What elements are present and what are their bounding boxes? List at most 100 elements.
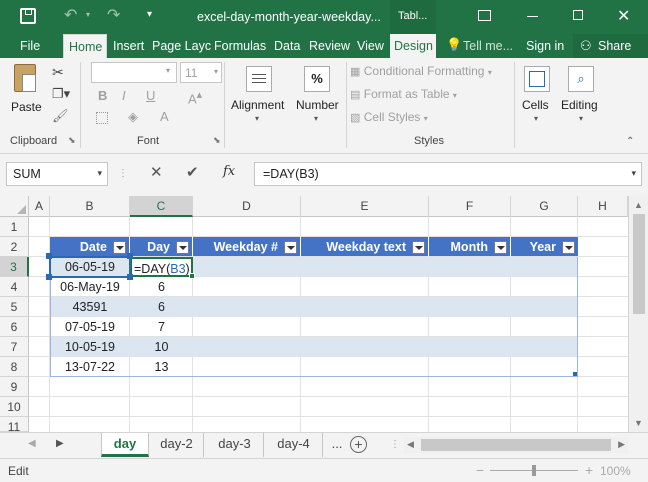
minimize-icon[interactable] xyxy=(527,16,538,17)
cells-button[interactable]: Cells ▾ xyxy=(518,62,558,132)
column-header-a[interactable]: A xyxy=(29,196,50,217)
vertical-scrollbar[interactable]: ▲ ▼ xyxy=(628,196,648,432)
row-header-1[interactable]: 1 xyxy=(0,217,29,237)
underline-button[interactable]: U xyxy=(146,88,155,103)
formula-input[interactable]: =DAY(B3) ▾ xyxy=(254,162,642,186)
undo-dropdown-icon[interactable]: ▾ xyxy=(86,10,90,19)
table-header-month[interactable]: Month xyxy=(429,237,511,257)
table-cell-date[interactable]: 13-07-22 xyxy=(50,357,130,377)
new-sheet-icon[interactable]: + xyxy=(350,436,367,453)
column-header-h[interactable]: H xyxy=(578,196,628,217)
tab-formulas[interactable]: Formulas xyxy=(214,34,266,58)
row-header-11[interactable]: 11 xyxy=(0,417,29,434)
table-cell-date[interactable]: 43591 xyxy=(50,297,130,317)
zoom-level[interactable]: 100% xyxy=(600,464,631,478)
row-header-4[interactable]: 4 xyxy=(0,277,29,297)
tab-file[interactable]: File xyxy=(20,34,40,58)
conditional-formatting-button[interactable]: ▦ Conditional Formatting ▾ xyxy=(350,64,492,78)
scroll-up-icon[interactable]: ▲ xyxy=(634,200,643,210)
save-icon[interactable] xyxy=(20,8,36,24)
tab-view[interactable]: View xyxy=(357,34,384,58)
table-cell-day[interactable]: 6 xyxy=(130,297,193,317)
zoom-in-button[interactable]: + xyxy=(585,462,593,478)
table-header-weekday-number[interactable]: Weekday # xyxy=(193,237,301,257)
expand-formula-icon[interactable]: ▾ xyxy=(631,168,636,179)
format-painter-icon[interactable]: 🖌 xyxy=(52,108,69,124)
ribbon-display-options-icon[interactable] xyxy=(478,10,491,21)
tab-insert[interactable]: Insert xyxy=(113,34,144,58)
zoom-slider[interactable] xyxy=(490,465,578,476)
font-color-icon[interactable]: A xyxy=(160,109,169,124)
sign-in-link[interactable]: Sign in xyxy=(526,34,564,58)
next-sheet-icon[interactable]: ▶ xyxy=(56,438,64,449)
scroll-down-icon[interactable]: ▼ xyxy=(634,418,643,428)
tab-data[interactable]: Data xyxy=(274,34,300,58)
scroll-right-icon[interactable]: ▶ xyxy=(618,439,625,450)
font-name-box[interactable] xyxy=(91,62,177,83)
filter-dropdown-icon[interactable] xyxy=(494,241,507,254)
borders-icon[interactable] xyxy=(96,112,108,124)
more-sheets-button[interactable]: ... xyxy=(324,433,350,457)
table-cell-date[interactable]: 07-05-19 xyxy=(50,317,130,337)
name-box[interactable]: SUM ▾ xyxy=(6,162,108,186)
undo-icon[interactable]: ↶ xyxy=(64,5,77,25)
row-header-7[interactable]: 7 xyxy=(0,337,29,357)
qat-customize-icon[interactable]: ▾ xyxy=(147,9,152,20)
reference-handle[interactable] xyxy=(127,253,133,259)
restore-icon[interactable] xyxy=(573,10,583,20)
increase-font-icon[interactable]: A▴ xyxy=(188,88,202,106)
row-header-6[interactable]: 6 xyxy=(0,317,29,337)
filter-dropdown-icon[interactable] xyxy=(176,241,189,254)
table-header-year[interactable]: Year xyxy=(511,237,578,257)
table-cell-day[interactable]: 7 xyxy=(130,317,193,337)
redo-icon[interactable]: ↷ xyxy=(107,5,120,25)
row-header-3[interactable]: 3 xyxy=(0,257,29,277)
reference-handle[interactable] xyxy=(46,253,52,259)
tab-page-layout[interactable]: Page Layc xyxy=(152,34,211,58)
column-header-f[interactable]: F xyxy=(429,196,511,217)
name-box-dropdown-icon[interactable]: ▾ xyxy=(97,168,102,179)
row-header-9[interactable]: 9 xyxy=(0,377,29,397)
number-button[interactable]: % Number ▾ xyxy=(294,62,344,132)
alignment-button[interactable]: Alignment ▾ xyxy=(230,62,288,132)
row-header-2[interactable]: 2 xyxy=(0,237,29,257)
table-cell-day[interactable]: 13 xyxy=(130,357,193,377)
italic-button[interactable]: I xyxy=(122,88,126,103)
horizontal-scrollbar[interactable]: ◀ ▶ xyxy=(404,437,628,453)
enter-formula-icon[interactable]: ✔ xyxy=(186,163,199,181)
tell-me-box[interactable]: Tell me... xyxy=(463,34,513,58)
select-all-corner[interactable] xyxy=(0,196,29,217)
tab-review[interactable]: Review xyxy=(309,34,350,58)
sheet-tab-day[interactable]: day xyxy=(101,433,149,457)
column-header-g[interactable]: G xyxy=(511,196,578,217)
table-cell-date[interactable]: 06-May-19 xyxy=(50,277,130,297)
clipboard-launcher-icon[interactable]: ⬊ xyxy=(68,135,76,146)
bold-button[interactable]: B xyxy=(98,88,107,103)
copy-icon[interactable]: ❐▾ xyxy=(52,86,70,102)
row-header-8[interactable]: 8 xyxy=(0,357,29,377)
row-header-10[interactable]: 10 xyxy=(0,397,29,417)
scroll-left-icon[interactable]: ◀ xyxy=(407,439,414,450)
share-button[interactable]: ⚇ Share xyxy=(573,34,648,58)
table-cell-date[interactable]: 10-05-19 xyxy=(50,337,130,357)
formula-bar-grip[interactable]: ⋮ xyxy=(118,168,128,179)
table-resize-handle[interactable] xyxy=(573,372,577,376)
table-header-date[interactable]: Date xyxy=(50,237,130,257)
insert-function-icon[interactable]: fx xyxy=(223,164,235,179)
filter-dropdown-icon[interactable] xyxy=(113,241,126,254)
cancel-formula-icon[interactable]: ✕ xyxy=(150,163,163,181)
fill-color-icon[interactable]: ◈ xyxy=(128,109,138,125)
paste-button[interactable]: Paste xyxy=(8,62,46,124)
vertical-scroll-thumb[interactable] xyxy=(633,214,645,314)
font-name-dropdown-icon[interactable]: ▾ xyxy=(166,66,170,75)
table-cell-day-editing[interactable]: =DAY(B3) xyxy=(130,257,193,277)
filter-dropdown-icon[interactable] xyxy=(562,241,575,254)
cell-styles-button[interactable]: ▧ Cell Styles ▾ xyxy=(350,110,428,124)
close-icon[interactable]: ✕ xyxy=(617,6,630,26)
font-launcher-icon[interactable]: ⬊ xyxy=(213,135,221,146)
tab-design[interactable]: Design xyxy=(390,34,436,58)
row-header-5[interactable]: 5 xyxy=(0,297,29,317)
column-header-c[interactable]: C xyxy=(130,196,193,217)
editing-button[interactable]: ⌕ Editing ▾ xyxy=(560,62,606,132)
column-header-e[interactable]: E xyxy=(301,196,429,217)
